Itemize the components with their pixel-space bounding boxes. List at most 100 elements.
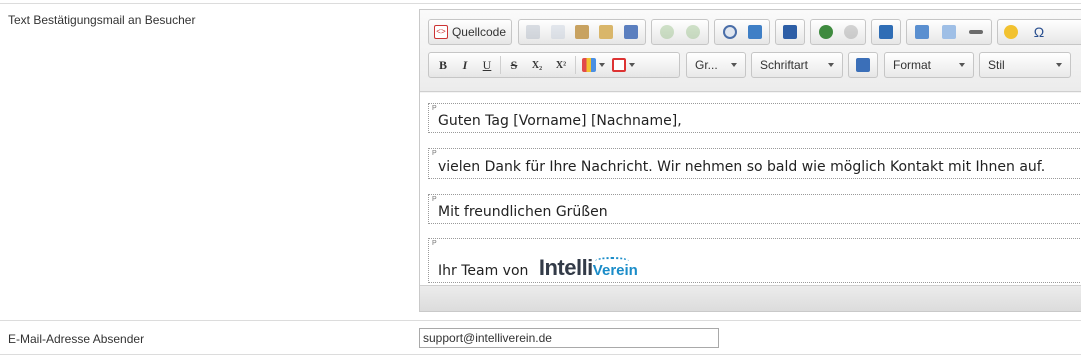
paragraph-tag: P bbox=[432, 150, 437, 157]
sender-label: E-Mail-Adresse Absender bbox=[8, 332, 145, 346]
table-grid-icon bbox=[611, 58, 626, 72]
select-all-group bbox=[775, 19, 805, 45]
undo-icon bbox=[660, 25, 674, 39]
select-all-button[interactable] bbox=[780, 22, 800, 42]
flag-icon bbox=[879, 25, 893, 39]
chevron-down-icon bbox=[1056, 63, 1062, 67]
format-combo-label: Format bbox=[893, 58, 932, 72]
sender-email-field[interactable] bbox=[419, 328, 719, 348]
link-icon bbox=[818, 25, 833, 39]
scissors-icon bbox=[526, 25, 541, 39]
cut-button[interactable] bbox=[523, 22, 543, 42]
flash-icon bbox=[856, 58, 870, 72]
basic-styles-group: B I U S X₂ X² bbox=[428, 52, 680, 78]
redo-button[interactable] bbox=[683, 22, 703, 42]
paragraph-tag: P bbox=[432, 196, 437, 203]
paragraph-text: Ihr Team von Intelli Verein bbox=[438, 257, 638, 280]
smiley-icon bbox=[1004, 25, 1018, 39]
replace-button[interactable] bbox=[745, 22, 765, 42]
font-family-combo-label: Schriftart bbox=[760, 58, 809, 72]
team-text: Ihr Team von bbox=[438, 263, 529, 279]
insert-group bbox=[906, 19, 992, 45]
font-family-combo[interactable]: Schriftart bbox=[751, 52, 843, 78]
editor-content[interactable]: P Guten Tag [Vorname] [Nachname], P viel… bbox=[420, 93, 1081, 286]
chevron-down-icon bbox=[628, 63, 635, 67]
undo-group bbox=[651, 19, 709, 45]
special-group: Ω bbox=[997, 19, 1081, 45]
logo-sub-text: Verein bbox=[592, 257, 638, 279]
table-color-button[interactable] bbox=[608, 55, 638, 75]
replace-icon bbox=[747, 25, 762, 39]
bottom-divider bbox=[0, 354, 1081, 355]
subscript-button[interactable]: X₂ bbox=[525, 55, 549, 75]
font-size-combo-label: Gr... bbox=[695, 58, 718, 72]
font-size-combo[interactable]: Gr... bbox=[686, 52, 746, 78]
chevron-down-icon bbox=[959, 63, 965, 67]
anchor-button[interactable] bbox=[876, 22, 896, 42]
link-group bbox=[810, 19, 866, 45]
format-combo[interactable]: Format bbox=[884, 52, 974, 78]
paragraph-text: Guten Tag [Vorname] [Nachname], bbox=[438, 113, 682, 129]
rich-text-editor: <> Quellcode Ω B I U S X₂ X² Gr... Schri… bbox=[419, 9, 1081, 312]
paragraph-text: Mit freundlichen Grüßen bbox=[438, 204, 608, 220]
text-color-button[interactable] bbox=[578, 55, 608, 75]
table-button[interactable] bbox=[939, 22, 959, 42]
paste-icon bbox=[574, 25, 589, 39]
horizontal-line-icon bbox=[968, 30, 983, 34]
paste-button[interactable] bbox=[572, 22, 592, 42]
intelliverein-logo: Intelli Verein bbox=[539, 257, 638, 279]
editor-statusbar bbox=[420, 285, 1081, 311]
style-combo[interactable]: Stil bbox=[979, 52, 1071, 78]
toolbar-separator bbox=[500, 56, 501, 74]
paragraph-text: vielen Dank für Ihre Nachricht. Wir nehm… bbox=[438, 159, 1046, 175]
confirm-mail-label: Text Bestätigungsmail an Besucher bbox=[8, 13, 196, 27]
find-group bbox=[714, 19, 770, 45]
image-icon bbox=[915, 25, 930, 39]
paragraph-block[interactable]: P vielen Dank für Ihre Nachricht. Wir ne… bbox=[428, 148, 1081, 179]
flash-group bbox=[848, 52, 878, 78]
find-button[interactable] bbox=[720, 22, 740, 42]
logo-main-text: Intelli bbox=[538, 255, 593, 280]
style-combo-label: Stil bbox=[988, 58, 1005, 72]
unlink-button[interactable] bbox=[841, 22, 861, 42]
copy-icon bbox=[550, 25, 565, 39]
horizontal-line-button[interactable] bbox=[966, 22, 986, 42]
chevron-down-icon bbox=[828, 63, 834, 67]
row-divider bbox=[0, 320, 1081, 321]
magnifier-icon bbox=[722, 25, 737, 39]
clipboard-group bbox=[518, 19, 646, 45]
color-grid-icon bbox=[581, 58, 596, 72]
paragraph-tag: P bbox=[432, 240, 437, 247]
paste-word-icon bbox=[623, 25, 638, 39]
source-code-icon: <> bbox=[434, 25, 448, 39]
source-group: <> Quellcode bbox=[428, 19, 512, 45]
select-all-icon bbox=[783, 25, 797, 39]
unlink-icon bbox=[843, 25, 858, 39]
flash-button[interactable] bbox=[853, 55, 873, 75]
source-button[interactable]: <> Quellcode bbox=[432, 22, 508, 42]
special-char-button[interactable]: Ω bbox=[1029, 22, 1049, 42]
paste-word-button[interactable] bbox=[621, 22, 641, 42]
paragraph-block[interactable]: P Mit freundlichen Grüßen bbox=[428, 194, 1081, 224]
strikethrough-button[interactable]: S bbox=[503, 55, 525, 75]
smiley-button[interactable] bbox=[1001, 22, 1021, 42]
paragraph-tag: P bbox=[432, 105, 437, 112]
superscript-button[interactable]: X² bbox=[549, 55, 573, 75]
top-divider bbox=[0, 3, 1081, 4]
italic-button[interactable]: I bbox=[454, 55, 476, 75]
anchor-group bbox=[871, 19, 901, 45]
toolbar-separator bbox=[575, 56, 576, 74]
chevron-down-icon bbox=[731, 63, 737, 67]
paragraph-block[interactable]: P Guten Tag [Vorname] [Nachname], bbox=[428, 103, 1081, 133]
redo-icon bbox=[686, 25, 700, 39]
paste-text-icon bbox=[599, 25, 614, 39]
copy-button[interactable] bbox=[548, 22, 568, 42]
paste-text-button[interactable] bbox=[596, 22, 616, 42]
omega-icon: Ω bbox=[1033, 24, 1045, 40]
image-button[interactable] bbox=[912, 22, 932, 42]
bold-button[interactable]: B bbox=[432, 55, 454, 75]
link-button[interactable] bbox=[816, 22, 836, 42]
underline-button[interactable]: U bbox=[476, 55, 498, 75]
paragraph-block[interactable]: P Ihr Team von Intelli Verein bbox=[428, 238, 1081, 283]
undo-button[interactable] bbox=[657, 22, 677, 42]
